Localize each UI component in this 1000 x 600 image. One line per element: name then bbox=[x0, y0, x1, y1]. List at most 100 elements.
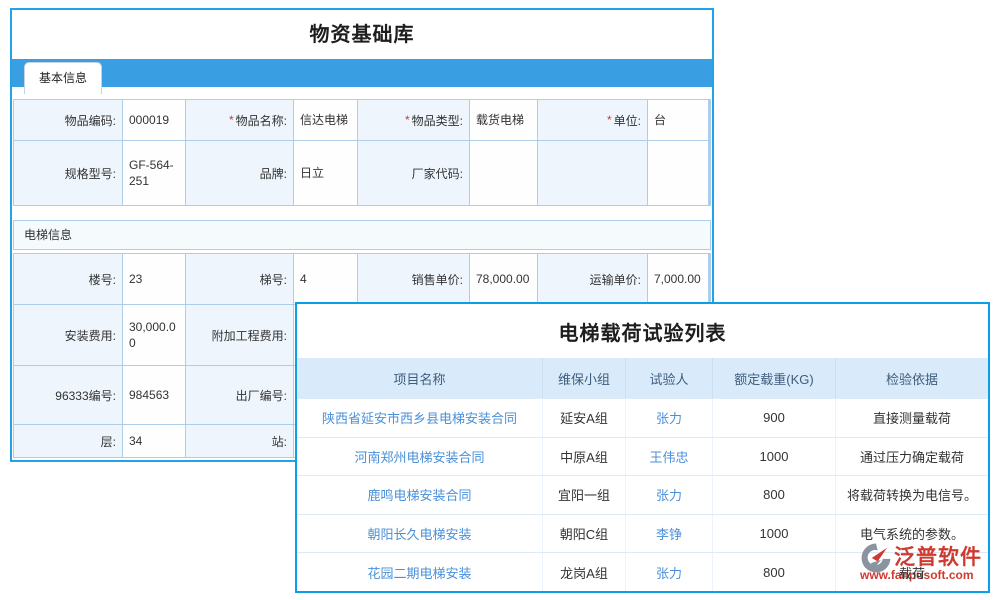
label-text: 单位: bbox=[614, 112, 641, 129]
cell-maintenance-group: 龙岗A组 bbox=[543, 553, 626, 591]
cell-project-name-link[interactable]: 朝阳长久电梯安装 bbox=[297, 515, 543, 553]
cell-rated-load: 800 bbox=[713, 476, 836, 514]
cell-tester-link[interactable]: 张力 bbox=[626, 553, 713, 591]
table-row: 河南郑州电梯安装合同 中原A组 王伟忠 1000 通过压力确定载荷 bbox=[297, 437, 988, 476]
load-test-list-window: 电梯载荷试验列表 项目名称 维保小组 试验人 额定载重(KG) 检验依据 陕西省… bbox=[295, 302, 990, 593]
label-floor: 层: bbox=[14, 425, 122, 457]
value-text: 台 bbox=[654, 112, 666, 128]
cell-project-name-link[interactable]: 鹿鸣电梯安装合同 bbox=[297, 476, 543, 514]
value-text: GF-564-251 bbox=[129, 157, 179, 189]
cell-tester-link[interactable]: 李铮 bbox=[626, 515, 713, 553]
cell-inspection-basis: 通过压力确定载荷 bbox=[836, 438, 988, 476]
label-text: 楼号: bbox=[89, 271, 116, 288]
value-item-code: 000019 bbox=[123, 100, 185, 140]
label-unit: *单位: bbox=[538, 100, 647, 140]
label-text: 96333编号: bbox=[55, 387, 116, 404]
label-text: 品牌: bbox=[260, 165, 287, 182]
value-text: 23 bbox=[129, 271, 142, 287]
cell-inspection-basis: 载荷 bbox=[836, 553, 988, 591]
elevator-info-section-header: 电梯信息 bbox=[13, 220, 711, 250]
value-text: 载货电梯 bbox=[476, 112, 524, 128]
header-text: 额定载重(KG) bbox=[734, 369, 813, 388]
value-transport-price: 7,000.00 bbox=[648, 254, 708, 304]
cell-inspection-basis: 直接测量载荷 bbox=[836, 399, 988, 437]
basic-info-form: 物品编码: 000019 *物品名称: 信达电梯 *物品类型: 载货电梯 *单位… bbox=[13, 99, 711, 206]
label-text: 运输单价: bbox=[590, 271, 641, 288]
cell-inspection-basis: 将载荷转换为电信号。 bbox=[836, 476, 988, 514]
label-item-type: *物品类型: bbox=[358, 100, 469, 140]
table-row: 朝阳长久电梯安装 朝阳C组 李铮 1000 电气系统的参数。 bbox=[297, 514, 988, 553]
label-text: 物品类型: bbox=[412, 112, 463, 129]
label-transport-price: 运输单价: bbox=[538, 254, 647, 304]
header-tester: 试验人 bbox=[626, 358, 713, 398]
table-header-row: 项目名称 维保小组 试验人 额定载重(KG) 检验依据 bbox=[297, 358, 988, 398]
header-rated-load: 额定载重(KG) bbox=[713, 358, 836, 398]
tab-basic-info[interactable]: 基本信息 bbox=[24, 62, 102, 94]
value-text: 34 bbox=[129, 433, 142, 449]
value-text: 信达电梯 bbox=[300, 112, 348, 128]
label-elevator-no: 梯号: bbox=[186, 254, 293, 304]
value-96333-no: 984563 bbox=[123, 366, 185, 424]
label-station: 站: bbox=[186, 425, 293, 457]
label-text: 物品名称: bbox=[236, 112, 287, 129]
cell-tester-link[interactable]: 张力 bbox=[626, 399, 713, 437]
tab-bar: 基本信息 bbox=[12, 59, 712, 87]
label-text: 规格型号: bbox=[65, 165, 116, 182]
label-text: 安装费用: bbox=[65, 327, 116, 344]
value-factory-code bbox=[470, 141, 537, 205]
required-star: * bbox=[405, 113, 410, 127]
label-sale-price: 销售单价: bbox=[358, 254, 469, 304]
header-text: 检验依据 bbox=[886, 369, 938, 388]
value-text: 30,000.00 bbox=[129, 319, 179, 351]
label-text: 销售单价: bbox=[412, 271, 463, 288]
header-text: 项目名称 bbox=[393, 369, 445, 388]
window-title: 物资基础库 bbox=[12, 10, 712, 54]
label-text: 出厂编号: bbox=[236, 387, 287, 404]
cell-inspection-basis: 电气系统的参数。 bbox=[836, 515, 988, 553]
label-blank-1 bbox=[538, 141, 647, 205]
label-factory-code: 厂家代码: bbox=[358, 141, 469, 205]
value-item-name: 信达电梯 bbox=[294, 100, 357, 140]
value-building-no: 23 bbox=[123, 254, 185, 304]
value-text: 000019 bbox=[129, 112, 169, 128]
header-text: 维保小组 bbox=[558, 369, 610, 388]
table-row: 花园二期电梯安装 龙岗A组 张力 800 载荷 bbox=[297, 552, 988, 591]
cell-project-name-link[interactable]: 河南郑州电梯安装合同 bbox=[297, 438, 543, 476]
label-factory-no: 出厂编号: bbox=[186, 366, 293, 424]
value-floor: 34 bbox=[123, 425, 185, 457]
value-text: 日立 bbox=[300, 165, 324, 181]
label-extra-project-fee: 附加工程费用: bbox=[186, 305, 293, 365]
cell-rated-load: 900 bbox=[713, 399, 836, 437]
label-text: 附加工程费用: bbox=[212, 327, 287, 344]
label-text: 厂家代码: bbox=[412, 165, 463, 182]
value-spec-model: GF-564-251 bbox=[123, 141, 185, 205]
cell-maintenance-group: 朝阳C组 bbox=[543, 515, 626, 553]
page: 物资基础库 基本信息 物品编码: 000019 *物品名称: 信达电梯 *物品类… bbox=[0, 0, 1000, 600]
header-inspection-basis: 检验依据 bbox=[836, 358, 988, 398]
cell-rated-load: 1000 bbox=[713, 515, 836, 553]
table-row: 鹿鸣电梯安装合同 宜阳一组 张力 800 将载荷转换为电信号。 bbox=[297, 475, 988, 514]
label-install-fee: 安装费用: bbox=[14, 305, 122, 365]
value-sale-price: 78,000.00 bbox=[470, 254, 537, 304]
value-text: 4 bbox=[300, 271, 307, 287]
label-item-code: 物品编码: bbox=[14, 100, 122, 140]
label-text: 物品编码: bbox=[65, 112, 116, 129]
label-spec-model: 规格型号: bbox=[14, 141, 122, 205]
label-building-no: 楼号: bbox=[14, 254, 122, 304]
cell-maintenance-group: 宜阳一组 bbox=[543, 476, 626, 514]
cell-project-name-link[interactable]: 花园二期电梯安装 bbox=[297, 553, 543, 591]
header-project-name: 项目名称 bbox=[297, 358, 543, 398]
value-elevator-no: 4 bbox=[294, 254, 357, 304]
cell-tester-link[interactable]: 张力 bbox=[626, 476, 713, 514]
value-blank-1 bbox=[648, 141, 708, 205]
value-unit: 台 bbox=[648, 100, 708, 140]
cell-project-name-link[interactable]: 陕西省延安市西乡县电梯安装合同 bbox=[297, 399, 543, 437]
required-star: * bbox=[607, 113, 612, 127]
value-item-type: 载货电梯 bbox=[470, 100, 537, 140]
label-text: 梯号: bbox=[260, 271, 287, 288]
cell-tester-link[interactable]: 王伟忠 bbox=[626, 438, 713, 476]
value-text: 984563 bbox=[129, 387, 169, 403]
cell-rated-load: 1000 bbox=[713, 438, 836, 476]
value-text: 7,000.00 bbox=[654, 271, 701, 287]
table-row: 陕西省延安市西乡县电梯安装合同 延安A组 张力 900 直接测量载荷 bbox=[297, 398, 988, 437]
